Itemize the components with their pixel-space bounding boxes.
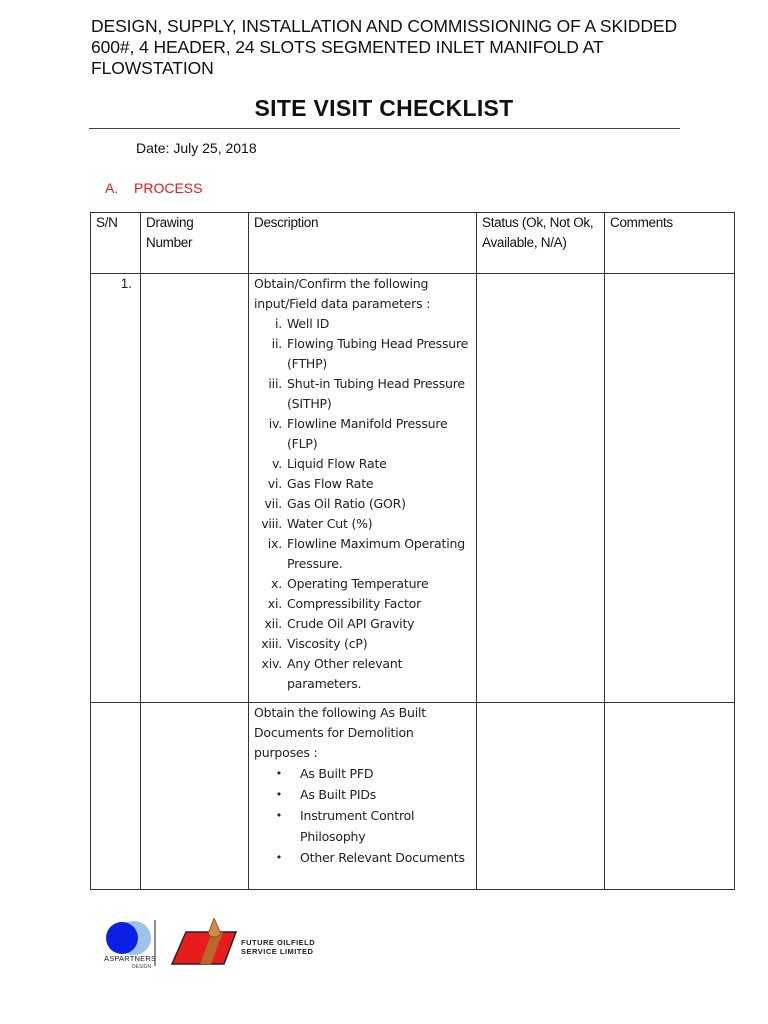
item-numeral: v. <box>271 456 282 471</box>
item-text: Crude Oil API Gravity <box>287 616 415 631</box>
bullet-icon: • <box>275 809 282 822</box>
parameter-item: xiv. Any Other relevant parameters. <box>254 654 471 694</box>
item-text: As Built PIDs <box>300 787 377 802</box>
table-header-row: S/N Drawing Number Description Status (O… <box>90 212 735 274</box>
item-text: Instrument Control Philosophy <box>300 808 415 844</box>
cell-description: Obtain/Confirm the following input/Field… <box>248 273 477 703</box>
cell-status[interactable] <box>476 273 605 703</box>
page-title: SITE VISIT CHECKLIST <box>254 95 514 121</box>
item-numeral: vii. <box>264 496 282 511</box>
cell-sn <box>90 702 141 890</box>
document-date: Date: July 25, 2018 <box>136 140 257 156</box>
future-oilfield-line2: SERVICE LIMITED <box>241 947 313 956</box>
description-intro: Obtain/Confirm the following input/Field… <box>254 276 431 311</box>
bullet-icon: • <box>275 851 282 864</box>
description-intro: Obtain the following As Built Documents … <box>254 705 426 760</box>
item-numeral: i. <box>274 316 282 331</box>
bullet-icon: • <box>275 767 282 780</box>
parameter-item: iii. Shut-in Tubing Head Pressure (SITHP) <box>254 374 471 414</box>
item-text: Other Relevant Documents <box>300 850 465 865</box>
item-text: Gas Oil Ratio (GOR) <box>287 496 406 511</box>
parameter-item: ii. Flowing Tubing Head Pressure (FTHP) <box>254 334 471 374</box>
document-list: • As Built PFD • As Built PIDs • Instrument C… <box>254 763 471 868</box>
parameter-item: ix. Flowline Maximum Operating Pressure. <box>254 534 471 574</box>
cell-description: Obtain the following As Built Documents … <box>248 702 477 890</box>
title-divider <box>89 128 680 129</box>
parameter-item: x. Operating Temperature <box>254 574 471 594</box>
cell-sn: 1. <box>90 273 141 703</box>
item-text: Flowline Maximum Operating Pressure. <box>287 536 465 571</box>
item-numeral: iv. <box>268 416 282 431</box>
item-text: Any Other relevant parameters. <box>287 656 403 691</box>
item-numeral: ix. <box>267 536 282 551</box>
parameter-item: viii. Water Cut (%) <box>254 514 471 534</box>
item-text: Viscosity (cP) <box>287 636 368 651</box>
logos-graphic: ASPARTNERS DESIGN FUTURE OILFIELD SERVIC… <box>104 916 315 970</box>
item-text: Operating Temperature <box>287 576 429 591</box>
item-numeral: xii. <box>264 616 282 631</box>
checklist-table: S/N Drawing Number Description Status (O… <box>90 212 735 890</box>
parameter-item: xiii. Viscosity (cP) <box>254 634 471 654</box>
item-text: Flowline Manifold Pressure (FLP) <box>287 416 448 451</box>
logo-drop <box>207 916 222 938</box>
parameter-item: vi. Gas Flow Rate <box>254 474 471 494</box>
aspartners-sub: DESIGN <box>132 964 152 970</box>
document-item: • As Built PFD <box>254 763 471 784</box>
document-item: • As Built PIDs <box>254 784 471 805</box>
cell-comments[interactable] <box>604 273 735 703</box>
section-number: A. <box>105 180 119 196</box>
future-oilfield-logo: FUTURE OILFIELD SERVICE LIMITED <box>170 916 315 965</box>
cell-drawing-number[interactable] <box>140 273 249 703</box>
future-oilfield-line1: FUTURE OILFIELD <box>241 938 315 947</box>
item-numeral: xi. <box>267 596 282 611</box>
parameter-item: iv. Flowline Manifold Pressure (FLP) <box>254 414 471 454</box>
header-comments: Comments <box>604 212 735 274</box>
parameter-item: xii. Crude Oil API Gravity <box>254 614 471 634</box>
item-text: Shut-in Tubing Head Pressure (SITHP) <box>287 376 465 411</box>
aspartners-logo: ASPARTNERS DESIGN <box>104 920 156 970</box>
header-sn: S/N <box>90 212 141 274</box>
item-text: Well ID <box>287 316 330 331</box>
item-numeral: viii. <box>261 516 282 531</box>
logo-circle-dark <box>106 922 138 954</box>
header-status: Status (Ok, Not Ok, Available, N/A) <box>476 212 605 274</box>
parameter-item: xi. Compressibility Factor <box>254 594 471 614</box>
footer-logos: ASPARTNERS DESIGN FUTURE OILFIELD SERVIC… <box>104 916 324 970</box>
table-row: Obtain the following As Built Documents … <box>90 702 735 890</box>
bullet-icon: • <box>275 788 282 801</box>
item-text: As Built PFD <box>300 766 374 781</box>
parameter-list: i. Well ID ii. Flowing Tubing Head Pressure… <box>254 314 471 694</box>
item-text: Compressibility Factor <box>287 596 422 611</box>
document-item: • Other Relevant Documents <box>254 847 471 868</box>
cell-drawing-number[interactable] <box>140 702 249 890</box>
section-heading: A. PROCESS <box>105 180 202 196</box>
header-description: Description <box>248 212 477 274</box>
item-numeral: xiii. <box>261 636 282 651</box>
item-text: Flowing Tubing Head Pressure (FTHP) <box>287 336 469 371</box>
item-numeral: x. <box>271 576 282 591</box>
parameter-item: vii. Gas Oil Ratio (GOR) <box>254 494 471 514</box>
item-numeral: vi. <box>267 476 282 491</box>
parameter-item: i. Well ID <box>254 314 471 334</box>
aspartners-name: ASPARTNERS <box>104 954 156 963</box>
item-text: Liquid Flow Rate <box>287 456 387 471</box>
parameter-item: v. Liquid Flow Rate <box>254 454 471 474</box>
project-title: DESIGN, SUPPLY, INSTALLATION AND COMMISS… <box>91 16 677 78</box>
section-label: PROCESS <box>134 180 203 196</box>
item-numeral: iii. <box>268 376 282 391</box>
item-text: Water Cut (%) <box>287 516 373 531</box>
cell-comments[interactable] <box>604 702 735 890</box>
document-item: • Instrument Control Philosophy <box>254 805 471 847</box>
item-numeral: xiv. <box>261 656 283 671</box>
cell-status[interactable] <box>476 702 605 890</box>
table-row: 1. Obtain/Confirm the following input/Fi… <box>90 273 735 703</box>
header-drawing-number: Drawing Number <box>140 212 249 274</box>
item-numeral: ii. <box>271 336 283 351</box>
item-text: Gas Flow Rate <box>287 476 374 491</box>
